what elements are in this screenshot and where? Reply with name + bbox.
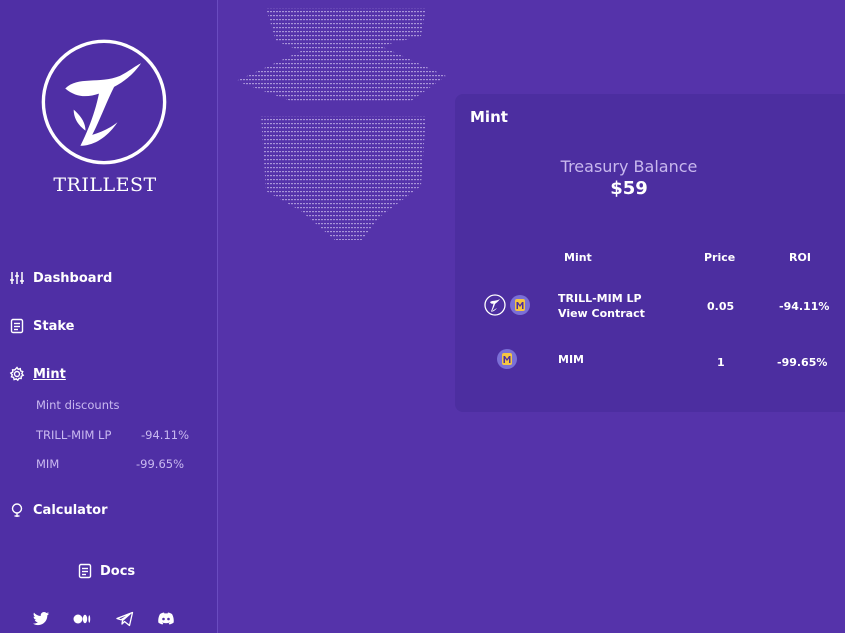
document-icon (10, 318, 24, 334)
sliders-icon (10, 272, 24, 284)
card-title: Mint (470, 108, 508, 126)
nav-calculator[interactable]: Calculator (9, 502, 108, 518)
column-header-mint: Mint (564, 251, 592, 264)
discount-item-name[interactable]: TRILL-MIM LP (36, 428, 111, 442)
nav-docs[interactable]: Docs (78, 563, 135, 579)
ascii-art-shape (236, 7, 447, 240)
discord-icon[interactable] (157, 611, 175, 627)
ascii-art-logo (225, 0, 465, 240)
discount-item-value: -99.65% (136, 457, 184, 471)
mint-discounts-heading: Mint discounts (36, 398, 120, 412)
nav-mint[interactable]: Mint (9, 366, 66, 382)
twitter-icon[interactable] (32, 611, 50, 627)
nav-calculator-label: Calculator (33, 502, 108, 518)
telegram-icon[interactable] (116, 611, 134, 627)
bond-roi: -99.65% (777, 356, 828, 369)
bond-name: MIM (558, 353, 584, 366)
nav-docs-label: Docs (100, 563, 136, 579)
document-icon (78, 563, 92, 579)
treasury-balance-value: $59 (610, 178, 648, 199)
column-header-roi: ROI (789, 251, 811, 264)
brand-name: TRILLEST (53, 174, 157, 196)
bond-price: 0.05 (707, 300, 735, 313)
nav-stake-label: Stake (33, 318, 75, 334)
sidebar: TRILLEST Dashboard Stake Mint Mint disco… (0, 0, 218, 633)
bond-name: TRILL-MIM LP (558, 292, 642, 305)
view-contract-link[interactable]: View Contract (558, 307, 645, 320)
discount-item-value: -94.11% (141, 428, 189, 442)
mint-card: Mint Treasury Balance $59 Mint Price ROI… (455, 94, 845, 412)
mim-token-icon (496, 348, 518, 370)
nav-mint-label: Mint (33, 366, 66, 382)
treasury-balance-label: Treasury Balance (560, 157, 698, 176)
discount-item-name[interactable]: MIM (36, 457, 59, 471)
trillest-logo-icon[interactable] (28, 38, 180, 166)
trill-token-icon (484, 294, 506, 316)
nav-dashboard[interactable]: Dashboard (9, 270, 112, 286)
column-header-price: Price (704, 251, 736, 264)
medium-icon[interactable] (73, 611, 91, 627)
mim-token-icon (509, 294, 531, 316)
nav-stake[interactable]: Stake (9, 318, 74, 334)
nav-dashboard-label: Dashboard (33, 270, 113, 286)
bond-roi: -94.11% (779, 300, 830, 313)
gear-icon (9, 366, 25, 382)
lightbulb-icon (11, 503, 23, 517)
bond-price: 1 (717, 356, 725, 369)
